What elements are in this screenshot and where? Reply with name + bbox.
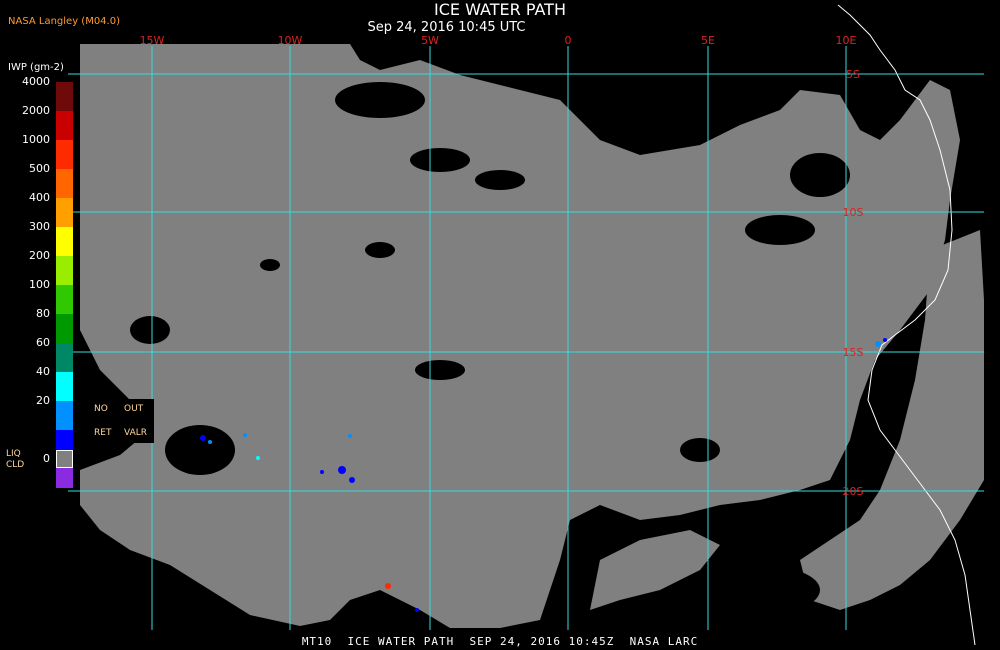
longitude-label: 5E: [701, 34, 715, 47]
legend-swatch: [56, 227, 73, 256]
legend-value-label: 80: [36, 307, 50, 320]
legend-value-label: 60: [36, 336, 50, 349]
out-of-range-label: OUT: [124, 404, 144, 414]
legend-unit: IWP (gm-2): [8, 62, 64, 73]
legend-swatch: [56, 285, 73, 314]
legend-value-label: 300: [29, 220, 50, 233]
legend-value-label: 500: [29, 162, 50, 175]
legend-value-label: 1000: [22, 133, 50, 146]
retrieval-label: RET: [94, 428, 112, 438]
no-retrieval-label: NO: [94, 404, 108, 414]
legend-value-label: 200: [29, 249, 50, 262]
longitude-label: 0: [565, 34, 572, 47]
valid-range-label: VALR: [124, 428, 148, 438]
longitude-label: 5W: [421, 34, 439, 47]
legend-swatch: [56, 372, 73, 401]
longitude-label: 15W: [140, 34, 165, 47]
cloud-label: CLD: [6, 460, 25, 470]
legend-swatch: [56, 111, 73, 140]
legend-value-label: 2000: [22, 104, 50, 117]
legend-swatch: [56, 343, 73, 372]
legend-value-label: 20: [36, 394, 50, 407]
map-timestamp: Sep 24, 2016 10:45 UTC: [367, 20, 526, 35]
legend-swatch: [56, 314, 73, 343]
liquid-label: LIQ: [6, 449, 21, 459]
no-retrieval-box: NO OUT RET VALR: [80, 399, 154, 443]
longitude-label: 10W: [278, 34, 303, 47]
latitude-label: 15S: [843, 346, 864, 359]
map-title: ICE WATER PATH: [434, 0, 566, 19]
legend-swatch: [56, 82, 73, 111]
latitude-label: 10S: [843, 206, 864, 219]
legend-swatch: [56, 140, 73, 169]
legend-swatch: [56, 198, 73, 227]
satellite-map: 15W 10W 5W 0 5E 10E 5S 10S 15S 20S: [68, 4, 984, 646]
legend-swatch: [56, 256, 73, 285]
legend-value-label: 40: [36, 365, 50, 378]
legend-value-label: 100: [29, 278, 50, 291]
legend-value-label: 400: [29, 191, 50, 204]
latitude-label: 5S: [846, 68, 860, 81]
footer-caption: MT10 ICE WATER PATH SEP 24, 2016 10:45Z …: [301, 635, 699, 648]
legend-swatch: [56, 401, 73, 430]
legend-swatch: [56, 169, 73, 198]
map-background: [68, 4, 984, 646]
legend-value-label: 4000: [22, 75, 50, 88]
latitude-label: 20S: [843, 485, 864, 498]
liquid-cloud-swatch: [56, 450, 73, 468]
longitude-label: 10E: [836, 34, 857, 47]
